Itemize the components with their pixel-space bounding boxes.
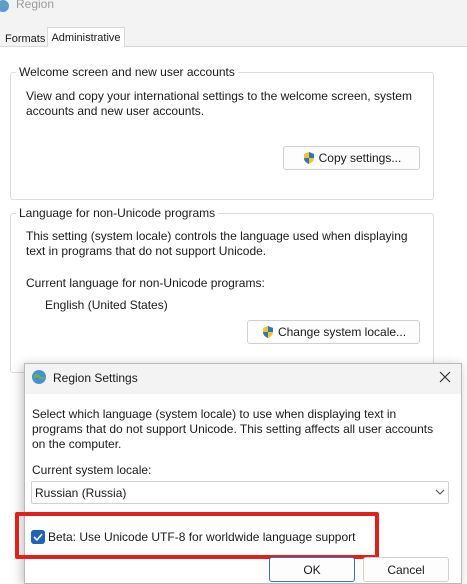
dialog-title: Region Settings <box>53 371 138 385</box>
window-title: Region <box>16 0 55 11</box>
unicode-group-title: Language for non-Unicode programs <box>16 206 219 220</box>
current-language-value: English (United States) <box>45 298 168 312</box>
cancel-button[interactable]: Cancel <box>363 557 449 582</box>
ok-button[interactable]: OK <box>269 557 355 582</box>
tab-administrative[interactable]: Administrative <box>47 27 125 47</box>
utf8-checkbox[interactable] <box>31 530 45 544</box>
chevron-down-icon[interactable] <box>435 488 445 496</box>
globe-icon <box>0 0 9 12</box>
globe-icon <box>32 370 46 384</box>
close-icon[interactable] <box>436 368 454 386</box>
copy-settings-button[interactable]: Copy settings... <box>283 146 420 170</box>
system-locale-label: Current system locale: <box>32 463 152 477</box>
copy-settings-label: Copy settings... <box>318 151 402 165</box>
change-system-locale-button[interactable]: Change system locale... <box>247 320 420 344</box>
system-locale-value: Russian (Russia) <box>35 486 127 500</box>
dialog-description: Select which language (system locale) to… <box>32 407 434 451</box>
current-language-label: Current language for non-Unicode program… <box>26 276 265 290</box>
uac-shield-icon <box>262 326 273 338</box>
tab-formats[interactable]: Formats <box>5 33 45 45</box>
utf8-checkbox-label[interactable]: Beta: Use Unicode UTF-8 for worldwide la… <box>48 530 356 544</box>
unicode-description: This setting (system locale) controls th… <box>26 229 408 258</box>
window-titlebar <box>0 0 467 18</box>
welcome-group-title: Welcome screen and new user accounts <box>16 65 238 79</box>
uac-shield-icon <box>303 152 314 164</box>
change-locale-label: Change system locale... <box>277 325 407 339</box>
welcome-description: View and copy your international setting… <box>26 89 412 118</box>
